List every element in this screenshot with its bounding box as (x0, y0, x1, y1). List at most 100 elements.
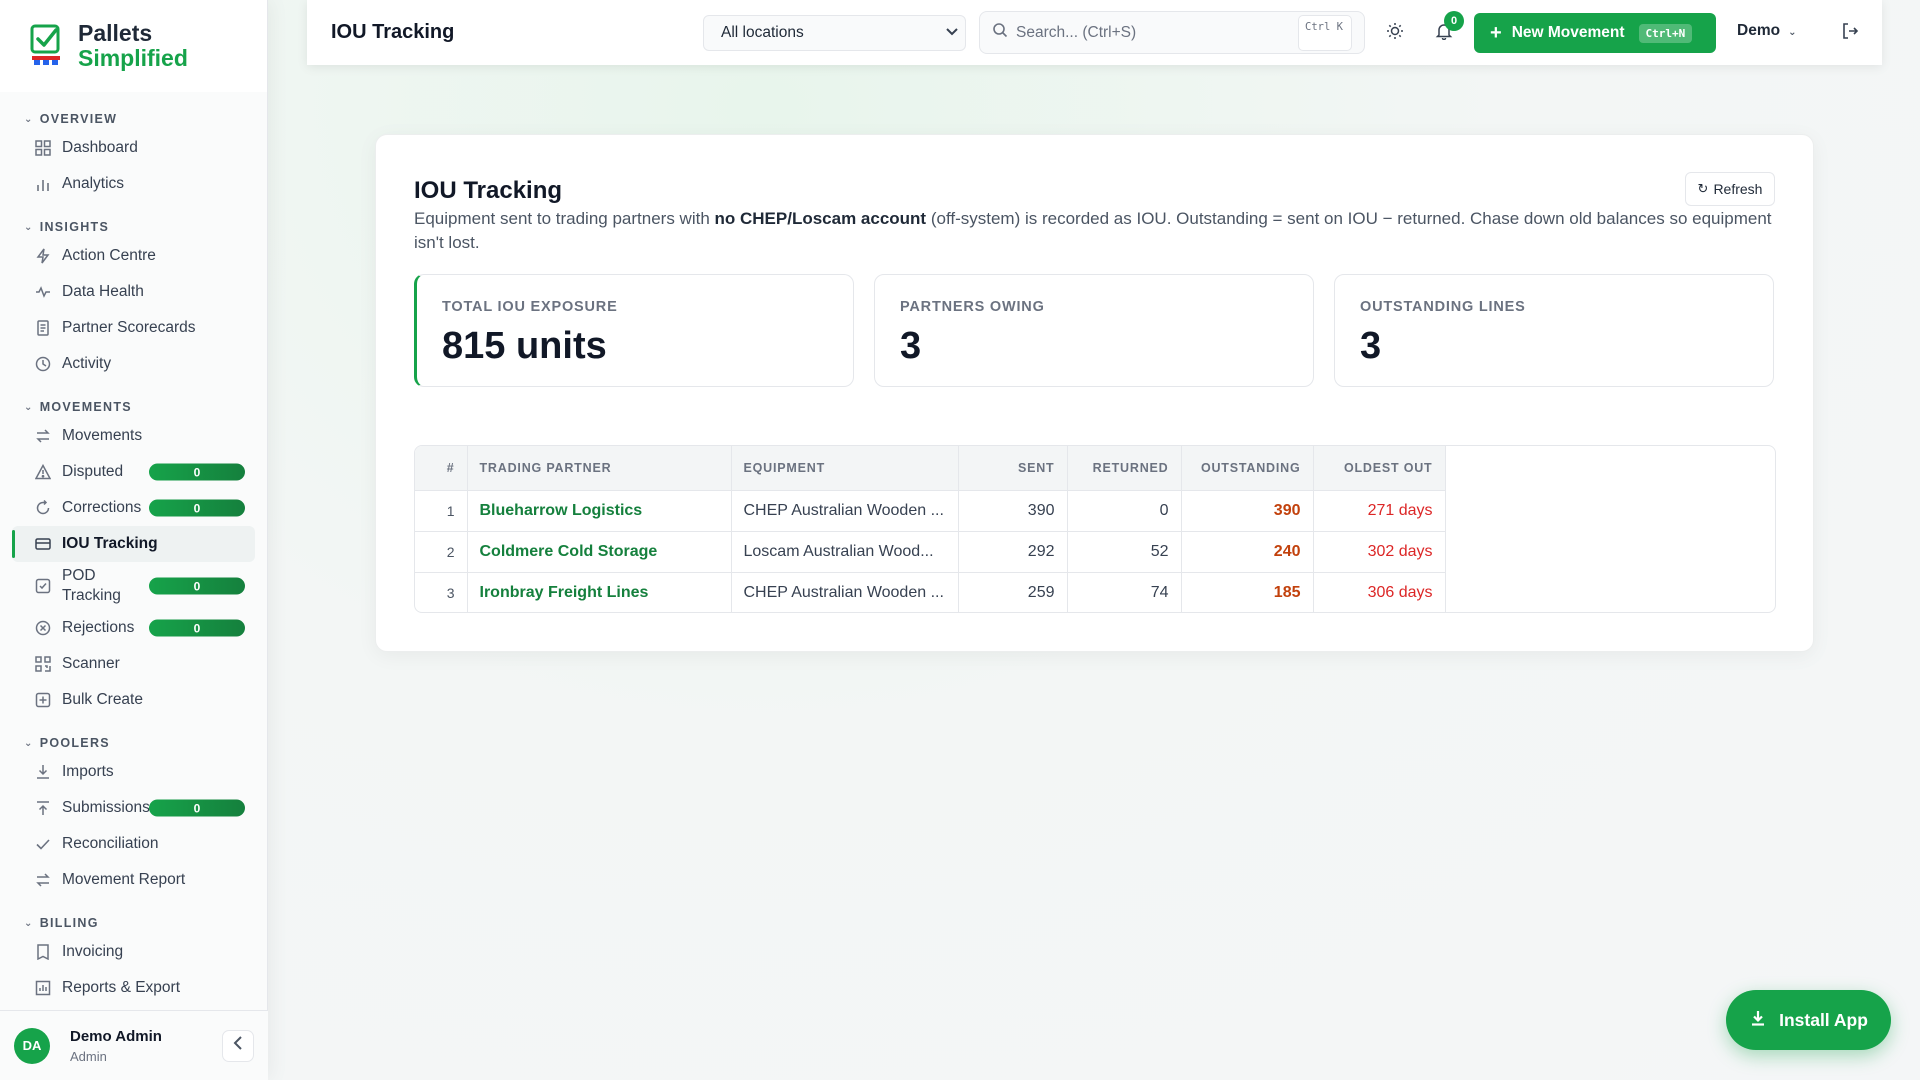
cell-outstanding: 185 (1181, 571, 1314, 612)
cell-oldest-out: 306 days (1313, 571, 1446, 612)
column-header-returned[interactable]: RETURNED (1067, 446, 1182, 490)
location-select-value: All locations (721, 24, 804, 41)
notifications-button[interactable]: 0 (1432, 11, 1464, 45)
section-insights[interactable]: ⌄ INSIGHTS (0, 216, 267, 238)
corrections-count-badge: 0 (149, 499, 245, 517)
sidebar-item-partner-scorecards[interactable]: Partner Scorecards (12, 310, 255, 346)
chevron-down-icon: ⌄ (24, 221, 34, 233)
table-row: 2 Coldmere Cold Storage Loscam Australia… (415, 530, 1446, 572)
iou-table: # TRADING PARTNER EQUIPMENT SENT RETURNE… (414, 445, 1776, 613)
chevron-left-icon (232, 1035, 244, 1056)
sidebar-item-disputed[interactable]: Disputed 0 (12, 454, 255, 490)
download-icon (1749, 1009, 1767, 1032)
section-movements[interactable]: ⌄ MOVEMENTS (0, 396, 267, 418)
sidebar-item-reconciliation[interactable]: Reconciliation (12, 826, 255, 862)
chevron-down-icon: ⌄ (24, 917, 34, 929)
rejections-count-badge: 0 (149, 619, 245, 637)
cell-number: 2 (415, 530, 468, 572)
refresh-icon: ↻ (1697, 181, 1709, 196)
arrows-icon (34, 871, 52, 889)
new-movement-shortcut: Ctrl+N (1638, 23, 1693, 43)
kpi-outstanding-lines: OUTSTANDING LINES 3 (1334, 274, 1774, 387)
user-panel: DA Demo Admin Admin (0, 1010, 268, 1080)
kpi-total-exposure: TOTAL IOU EXPOSURE 815 units (414, 274, 854, 387)
install-app-button[interactable]: Install App (1726, 990, 1891, 1050)
partner-link[interactable]: Coldmere Cold Storage (467, 530, 732, 572)
bar-chart-icon (34, 175, 52, 193)
partner-link[interactable]: Blueharrow Logistics (467, 489, 732, 531)
checkbox-icon (34, 577, 52, 595)
sidebar-item-analytics[interactable]: Analytics (12, 166, 255, 202)
section-overview[interactable]: ⌄ OVERVIEW (0, 108, 267, 130)
section-poolers[interactable]: ⌄ POOLERS (0, 732, 267, 754)
sidebar-item-rejections[interactable]: Rejections 0 (12, 610, 255, 646)
column-header-oldest-out[interactable]: OLDEST OUT (1313, 446, 1446, 490)
avatar[interactable]: DA (14, 1027, 50, 1064)
table-header-row: # TRADING PARTNER EQUIPMENT SENT RETURNE… (415, 446, 1446, 490)
bolt-icon (34, 247, 52, 265)
sidebar-item-reports-export[interactable]: Reports & Export (12, 970, 255, 1006)
sidebar-item-activity[interactable]: Activity (12, 346, 255, 382)
check-icon (34, 835, 52, 853)
arrows-icon (34, 427, 52, 445)
sidebar-item-imports[interactable]: Imports (12, 754, 255, 790)
cell-equipment: CHEP Australian Wooden ... (731, 489, 959, 531)
search-shortcut: Ctrl K (1298, 15, 1352, 51)
column-header-number[interactable]: # (415, 446, 468, 490)
cell-oldest-out: 302 days (1313, 530, 1446, 572)
sidebar-item-invoicing[interactable]: Invoicing (12, 934, 255, 970)
cell-sent: 292 (958, 530, 1068, 572)
sidebar-item-action-centre[interactable]: Action Centre (12, 238, 255, 274)
sidebar-item-submissions[interactable]: Submissions 0 (12, 790, 255, 826)
page-description: Equipment sent to trading partners with … (414, 209, 1772, 252)
collapse-sidebar-button[interactable] (222, 1029, 254, 1062)
warning-icon (34, 463, 52, 481)
new-movement-button[interactable]: + New Movement Ctrl+N (1474, 13, 1716, 53)
pulse-icon (34, 283, 52, 301)
sidebar-item-iou-tracking[interactable]: IOU Tracking (12, 526, 255, 562)
user-menu-button[interactable]: Demo ⌄ (1737, 22, 1796, 40)
cell-sent: 390 (958, 489, 1068, 531)
cell-outstanding: 240 (1181, 530, 1314, 572)
search-input[interactable]: Search... (Ctrl+S) Ctrl K (979, 11, 1365, 54)
receipt-icon (34, 943, 52, 961)
chevron-down-icon: ⌄ (24, 401, 34, 413)
card-icon (34, 535, 52, 553)
column-header-partner[interactable]: TRADING PARTNER (467, 446, 732, 490)
brand-name-line1: Pallets (78, 20, 153, 46)
sidebar-item-bulk-create[interactable]: Bulk Create (12, 682, 255, 718)
grid-icon (34, 139, 52, 157)
sidebar-item-movement-report[interactable]: Movement Report (12, 862, 255, 898)
brand[interactable]: Pallets Simplified (0, 0, 267, 92)
column-header-outstanding[interactable]: OUTSTANDING (1181, 446, 1314, 490)
sidebar-item-corrections[interactable]: Corrections 0 (12, 490, 255, 526)
location-select[interactable]: All locations (703, 15, 966, 51)
cell-outstanding: 390 (1181, 489, 1314, 531)
logout-icon (1841, 22, 1859, 45)
sidebar: Pallets Simplified ⌄ OVERVIEW Dashboard A… (0, 0, 268, 1080)
user-name: Demo Admin (70, 1027, 162, 1045)
page-title: IOU Tracking (414, 177, 563, 204)
sidebar-item-pod-tracking[interactable]: POD Tracking 0 (12, 562, 255, 610)
column-header-equipment[interactable]: EQUIPMENT (731, 446, 959, 490)
sun-icon (1386, 22, 1404, 45)
user-role: Admin (70, 1048, 107, 1064)
sidebar-nav: ⌄ OVERVIEW Dashboard Analytics ⌄ INSIGHTS … (0, 92, 267, 1006)
sidebar-item-dashboard[interactable]: Dashboard (12, 130, 255, 166)
logout-button[interactable] (1838, 21, 1862, 45)
column-header-sent[interactable]: SENT (958, 446, 1068, 490)
refresh-button[interactable]: ↻ Refresh (1685, 172, 1775, 206)
sidebar-item-data-health[interactable]: Data Health (12, 274, 255, 310)
chevron-down-icon: ⌄ (24, 113, 34, 125)
section-billing[interactable]: ⌄ BILLING (0, 912, 267, 934)
chevron-down-icon: ⌄ (24, 737, 34, 749)
sidebar-item-scanner[interactable]: Scanner (12, 646, 255, 682)
cell-returned: 52 (1067, 530, 1182, 572)
search-placeholder: Search... (Ctrl+S) (1016, 23, 1137, 41)
theme-toggle-button[interactable] (1383, 21, 1407, 45)
kpi-partners-owing: PARTNERS OWING 3 (874, 274, 1314, 387)
partner-link[interactable]: Ironbray Freight Lines (467, 571, 732, 612)
chart-icon (34, 979, 52, 997)
cell-number: 1 (415, 489, 468, 531)
sidebar-item-movements[interactable]: Movements (12, 418, 255, 454)
